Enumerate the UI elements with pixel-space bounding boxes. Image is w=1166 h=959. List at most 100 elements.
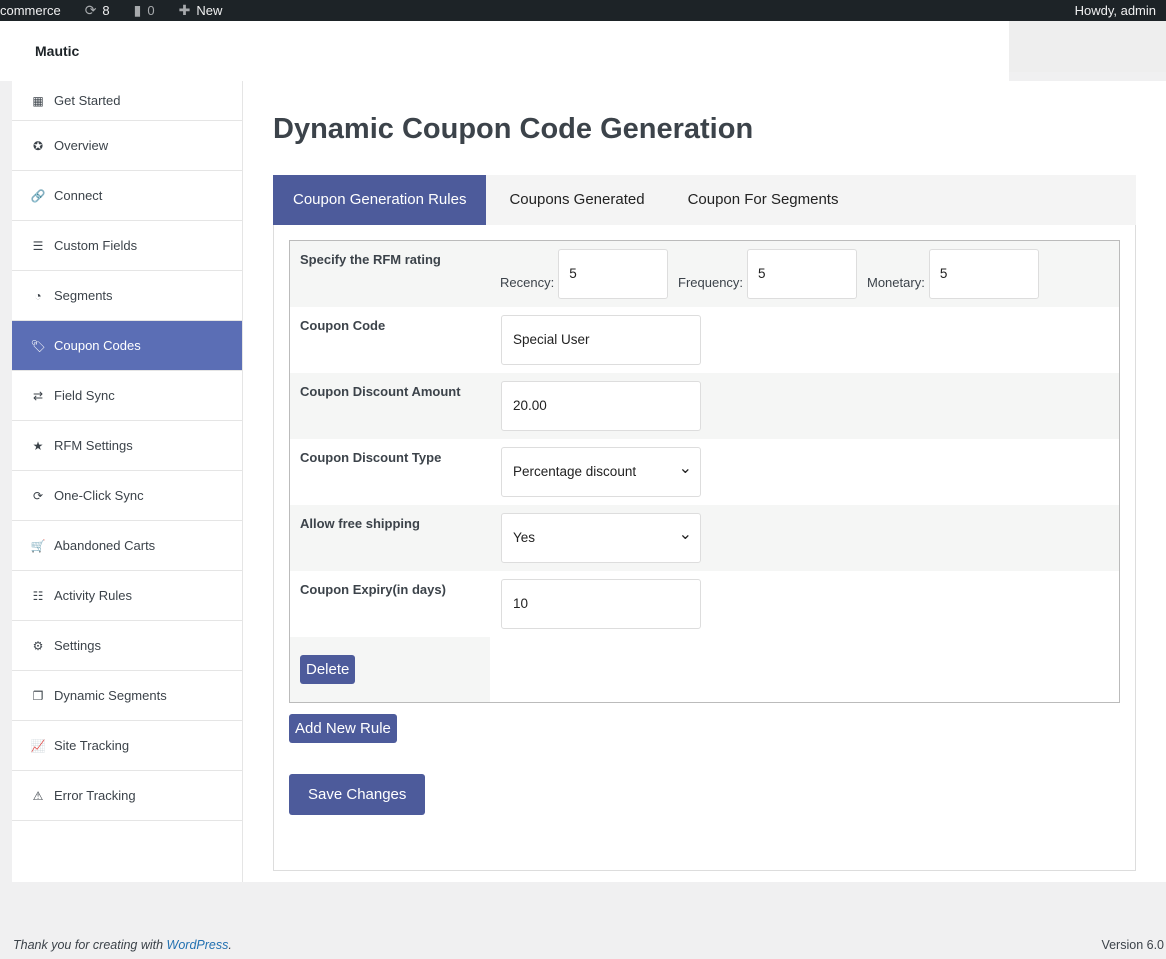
refresh-icon: ⟳ — [32, 488, 44, 503]
recency-label: Recency: — [500, 274, 555, 290]
tabs: Coupon Generation Rules Coupons Generate… — [273, 175, 1136, 225]
free-shipping-select[interactable]: Yes — [501, 513, 701, 563]
frequency-input[interactable]: 5 — [747, 249, 858, 299]
sidebar-item-label: One-Click Sync — [54, 488, 144, 503]
add-new-rule-button[interactable]: Add New Rule — [289, 714, 397, 743]
warning-icon: ⚠ — [32, 788, 44, 803]
updates-link[interactable]: ⟳ 8 — [85, 2, 116, 19]
sidebar-item-label: Coupon Codes — [54, 338, 141, 353]
sidebar-item-coupon-codes[interactable]: 🏷 Coupon Codes — [12, 321, 242, 371]
pie-chart-icon: ◔ — [34, 288, 42, 303]
tags-icon: 🏷 — [30, 338, 46, 353]
howdy-account[interactable]: Howdy, admin — [1075, 0, 1156, 21]
sidebar-item-label: Dynamic Segments — [54, 688, 167, 703]
rfm-label: Specify the RFM rating — [300, 252, 441, 267]
coupon-code-input[interactable]: Special User — [501, 315, 701, 365]
coupon-code-row: Coupon Code Special User — [290, 307, 1119, 373]
sidebar-item-label: Site Tracking — [54, 738, 130, 753]
updates-count: 8 — [102, 3, 110, 18]
clone-icon: ❐ — [32, 688, 44, 703]
expiry-row: Coupon Expiry(in days) 10 — [290, 571, 1119, 637]
gears-icon: ⚙ — [32, 638, 44, 653]
comments-link[interactable]: ▮ 0 — [134, 2, 161, 19]
sidebar-item-error-tracking[interactable]: ⚠ Error Tracking — [12, 771, 242, 821]
sidebar-item-label: Activity Rules — [54, 588, 133, 603]
delete-button[interactable]: Delete — [300, 655, 356, 684]
sidebar-item-label: Abandoned Carts — [54, 538, 156, 553]
footer-version: Version 6.0 — [1101, 938, 1164, 952]
sidebar: ▦ Get Started ✪ Overview 🔗 Connect ☰ Custom Fie… — [12, 81, 243, 882]
sidebar-item-field-sync[interactable]: ⇄ Field Sync — [12, 371, 242, 421]
discount-amount-label: Coupon Discount Amount — [300, 384, 461, 399]
sidebar-item-rfm-settings[interactable]: ★ RFM Settings — [12, 421, 242, 471]
expiry-label: Coupon Expiry(in days) — [300, 582, 446, 597]
sidebar-item-label: Get Started — [54, 93, 121, 108]
sidebar-item-label: Field Sync — [54, 388, 115, 403]
plugin-header: Mautic — [0, 21, 1009, 81]
monetary-label: Monetary: — [867, 274, 925, 290]
expiry-input[interactable]: 10 — [501, 579, 701, 629]
discount-type-select[interactable]: Percentage discount — [501, 447, 701, 497]
new-label: New — [196, 3, 223, 18]
sidebar-item-overview[interactable]: ✪ Overview — [12, 121, 242, 171]
footer-thanks: Thank you for creating with WordPress. — [13, 938, 232, 952]
sidebar-item-connect[interactable]: 🔗 Connect — [12, 171, 242, 221]
sidebar-item-segments[interactable]: ◔ Segments — [12, 271, 242, 321]
recency-input[interactable]: 5 — [558, 249, 669, 299]
plus-icon: ✚ — [178, 2, 191, 18]
main-content: Dynamic Coupon Code Generation Coupon Ge… — [243, 81, 1166, 882]
sidebar-item-dynamic-segments[interactable]: ❐ Dynamic Segments — [12, 671, 242, 721]
sidebar-item-custom-fields[interactable]: ☰ Custom Fields — [12, 221, 242, 271]
sidebar-item-label: Settings — [54, 638, 101, 653]
tab-coupons-generated[interactable]: Coupons Generated — [489, 175, 664, 225]
wordpress-link[interactable]: WordPress — [167, 938, 229, 952]
coupon-rule: Specify the RFM rating Recency: 5 Frequen… — [289, 240, 1120, 703]
sidebar-item-label: Error Tracking — [54, 788, 136, 803]
sidebar-item-one-click-sync[interactable]: ⟳ One-Click Sync — [12, 471, 242, 521]
sidebar-item-site-tracking[interactable]: 📈 Site Tracking — [12, 721, 242, 771]
coupon-code-label: Coupon Code — [300, 318, 386, 333]
sidebar-item-settings[interactable]: ⚙ Settings — [12, 621, 242, 671]
tab-panel: Specify the RFM rating Recency: 5 Frequen… — [273, 225, 1136, 871]
tasks-icon: ☷ — [32, 588, 44, 603]
sidebar-item-abandoned-carts[interactable]: 🛒 Abandoned Carts — [12, 521, 242, 571]
star-icon: ★ — [32, 438, 44, 453]
sidebar-item-label: RFM Settings — [54, 438, 133, 453]
sidebar-item-get-started[interactable]: ▦ Get Started — [12, 81, 242, 121]
discount-type-label: Coupon Discount Type — [300, 450, 442, 465]
rfm-row: Specify the RFM rating Recency: 5 Frequen… — [290, 241, 1119, 307]
new-link[interactable]: ✚ New — [179, 2, 229, 19]
sidebar-item-label: Connect — [54, 188, 103, 203]
tab-coupon-for-segments[interactable]: Coupon For Segments — [668, 175, 859, 225]
site-name[interactable]: commerce — [0, 3, 61, 18]
header-area — [1009, 21, 1166, 72]
admin-bar: commerce ⟳ 8 ▮ 0 ✚ New Howdy, admin — [0, 0, 1166, 21]
sidebar-item-label: Custom Fields — [54, 238, 138, 253]
brand-title: Mautic — [35, 43, 80, 59]
footer-text: Thank you for creating with — [13, 938, 167, 952]
monetary-input[interactable]: 5 — [928, 249, 1039, 299]
page-title: Dynamic Coupon Code Generation — [273, 113, 754, 145]
line-chart-icon: 📈 — [30, 738, 46, 753]
footer-dot: . — [228, 938, 232, 952]
comments-count: 0 — [147, 3, 155, 18]
discount-amount-input[interactable]: 20.00 — [501, 381, 701, 431]
link-icon: 🔗 — [30, 188, 46, 203]
tab-coupon-generation-rules[interactable]: Coupon Generation Rules — [273, 175, 487, 225]
refresh-icon: ⟳ — [84, 2, 97, 18]
site-link[interactable]: commerce — [0, 3, 67, 18]
discount-amount-row: Coupon Discount Amount 20.00 — [290, 373, 1119, 439]
overview-icon: ✪ — [32, 138, 44, 153]
save-changes-button[interactable]: Save Changes — [289, 774, 426, 815]
comment-icon: ▮ — [133, 2, 142, 18]
sidebar-item-label: Segments — [54, 288, 113, 303]
discount-type-row: Coupon Discount Type Percentage discount — [290, 439, 1119, 505]
delete-row: Delete — [290, 637, 490, 702]
sidebar-item-activity-rules[interactable]: ☷ Activity Rules — [12, 571, 242, 621]
frequency-label: Frequency: — [678, 274, 744, 290]
free-shipping-row: Allow free shipping Yes — [290, 505, 1119, 571]
cart-icon: 🛒 — [30, 538, 46, 553]
list-icon: ☰ — [32, 238, 44, 253]
free-shipping-label: Allow free shipping — [300, 516, 420, 531]
exchange-icon: ⇄ — [32, 388, 44, 403]
